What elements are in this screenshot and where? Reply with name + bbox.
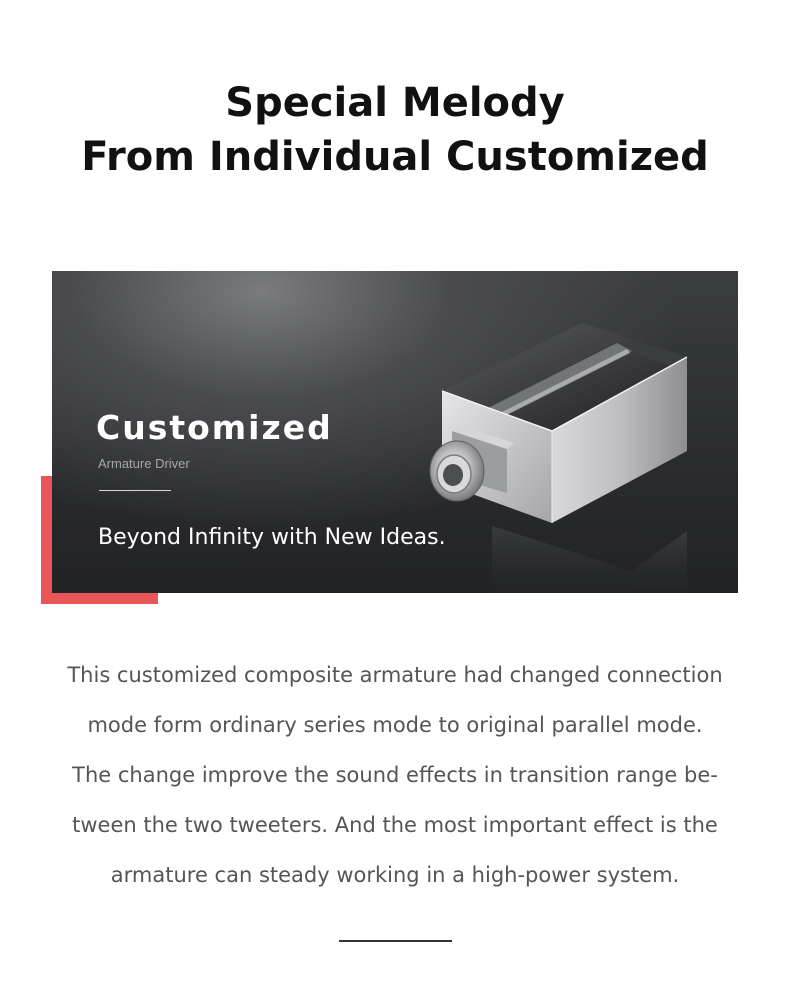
page-title: Special Melody From Individual Customize… <box>0 76 790 184</box>
product-banner: Customized Armature Driver Beyond Infini… <box>52 271 738 593</box>
product-description: This customized composite armature had c… <box>40 650 750 900</box>
page-title-line-1: Special Melody <box>225 80 565 126</box>
page-title-line-2: From Individual Customized <box>81 134 709 180</box>
description-line-3: The change improve the sound effects in … <box>72 763 718 787</box>
description-line-1: This customized composite armature had c… <box>67 663 723 687</box>
banner-tagline: Beyond Infinity with New Ideas. <box>98 525 446 550</box>
banner-subheading: Armature Driver <box>98 456 190 471</box>
description-line-2: mode form ordinary series mode to origin… <box>87 713 703 737</box>
bottom-divider <box>339 940 452 942</box>
banner-divider <box>99 490 171 491</box>
description-line-5: armature can steady working in a high-po… <box>110 863 680 887</box>
banner-heading: Customized <box>96 408 333 447</box>
description-line-4: tween the two tweeters. And the most imp… <box>72 813 718 837</box>
